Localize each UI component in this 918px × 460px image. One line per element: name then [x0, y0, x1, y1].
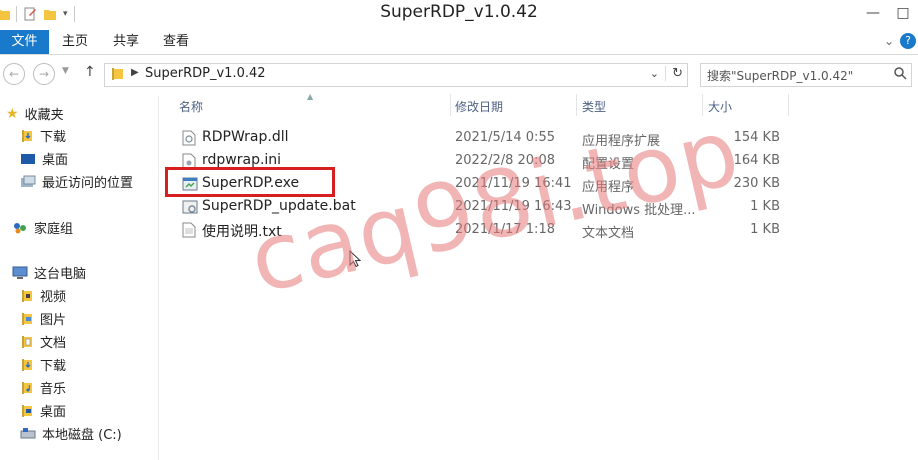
address-path[interactable]: SuperRDP_v1.0.42	[145, 66, 266, 81]
sidebar-item-label: 家庭组	[34, 222, 74, 237]
disk-icon	[20, 427, 36, 438]
sidebar-item-videos[interactable]: 视频	[20, 286, 66, 305]
computer-icon	[12, 266, 28, 279]
file-name[interactable]: RDPWrap.dll	[202, 129, 289, 145]
file-name[interactable]: rdpwrap.ini	[202, 152, 281, 168]
documents-folder-icon	[22, 335, 32, 348]
sidebar-item-label: 桌面	[40, 405, 67, 420]
sidebar-item-label: 文档	[40, 336, 67, 351]
sidebar-item-label: 图片	[40, 313, 67, 328]
file-size: 1 KB	[750, 222, 780, 237]
highlight-box	[165, 167, 335, 197]
music-folder-icon	[22, 381, 32, 394]
sidebar-item-documents[interactable]: 文档	[20, 332, 66, 351]
file-size: 154 KB	[733, 130, 780, 145]
sidebar-item-downloads[interactable]: 下载	[20, 126, 66, 145]
up-arrow-icon[interactable]: ↑	[84, 64, 96, 80]
column-header-type[interactable]: 类型	[582, 98, 606, 115]
address-dropdown-icon[interactable]: ⌄	[650, 67, 659, 80]
sidebar-item-label: 下载	[40, 130, 67, 145]
sidebar-item-recent[interactable]: 最近访问的位置	[20, 172, 133, 191]
refresh-icon[interactable]: ↻	[665, 66, 683, 81]
minimize-button[interactable]: —	[858, 0, 888, 26]
search-placeholder[interactable]: 搜索"SuperRDP_v1.0.42"	[707, 67, 853, 84]
breadcrumb-arrow-icon[interactable]: ▶	[131, 67, 139, 78]
video-folder-icon	[22, 289, 32, 302]
tab-view[interactable]: 查看	[163, 30, 189, 54]
forward-button[interactable]: →	[33, 63, 55, 85]
sidebar-item-label: 收藏夹	[24, 108, 64, 123]
ribbon-tabs: 文件 主页 共享 查看 ⌄ ?	[0, 30, 918, 55]
tab-share[interactable]: 共享	[113, 30, 139, 54]
dll-file-icon	[182, 130, 196, 146]
pictures-folder-icon	[22, 312, 32, 325]
sidebar-item-label: 下载	[40, 359, 67, 374]
bat-file-icon	[182, 200, 198, 214]
navigation-pane: ★ 收藏夹 下载 桌面 最近访问的位置 家庭组 这台电脑 视频 图片 文档 下载…	[0, 96, 159, 460]
tab-home[interactable]: 主页	[62, 30, 88, 54]
sidebar-item-desktop-pc[interactable]: 桌面	[20, 401, 66, 420]
tab-file[interactable]: 文件	[0, 30, 49, 54]
recent-locations-dropdown-icon[interactable]: ▼	[62, 66, 69, 76]
sidebar-item-label: 最近访问的位置	[42, 176, 134, 191]
sidebar-item-this-pc[interactable]: 这台电脑	[12, 263, 86, 282]
sidebar-item-label: 音乐	[40, 382, 67, 397]
recent-places-icon	[21, 175, 36, 187]
column-header-name[interactable]: 名称	[179, 98, 203, 115]
sidebar-item-pictures[interactable]: 图片	[20, 309, 66, 328]
sidebar-item-homegroup[interactable]: 家庭组	[12, 218, 73, 237]
sidebar-item-label: 视频	[40, 290, 67, 305]
sidebar-item-favorites[interactable]: ★ 收藏夹	[6, 104, 64, 124]
maximize-button[interactable]: □	[888, 0, 918, 26]
desktop-folder-icon	[22, 404, 32, 417]
download-folder-icon	[22, 129, 32, 142]
desktop-icon	[21, 153, 35, 164]
search-box[interactable]: 搜索"SuperRDP_v1.0.42"	[700, 63, 912, 87]
search-icon[interactable]	[893, 66, 907, 80]
title-bar: ▾ SuperRDP_v1.0.42 — □	[0, 0, 918, 30]
sort-ascending-icon: ▲	[307, 92, 314, 101]
folder-icon	[112, 68, 123, 80]
window-title: SuperRDP_v1.0.42	[380, 2, 538, 22]
sidebar-item-label: 本地磁盘 (C:)	[42, 428, 122, 443]
column-divider[interactable]	[788, 94, 789, 116]
column-divider[interactable]	[450, 94, 451, 116]
address-bar[interactable]: ▶ SuperRDP_v1.0.42 ⌄ ↻	[104, 63, 688, 87]
sidebar-item-label: 这台电脑	[34, 267, 87, 282]
star-icon: ★	[6, 105, 19, 122]
homegroup-icon	[14, 222, 26, 233]
sidebar-item-local-disk[interactable]: 本地磁盘 (C:)	[20, 424, 122, 443]
file-size: 1 KB	[750, 199, 780, 214]
back-button[interactable]: ←	[3, 63, 25, 85]
expand-ribbon-icon[interactable]: ⌄	[884, 34, 894, 48]
txt-file-icon	[182, 222, 196, 238]
column-divider[interactable]	[576, 94, 577, 116]
sidebar-item-music[interactable]: 音乐	[20, 378, 66, 397]
sidebar-item-downloads-pc[interactable]: 下载	[20, 355, 66, 374]
download-folder-icon	[22, 358, 32, 371]
column-header-date[interactable]: 修改日期	[455, 98, 503, 115]
sidebar-item-label: 桌面	[42, 153, 69, 168]
sidebar-item-desktop[interactable]: 桌面	[20, 149, 68, 168]
help-icon[interactable]: ?	[900, 33, 916, 49]
navigation-bar: ← → ▼ ↑ ▶ SuperRDP_v1.0.42 ⌄ ↻ 搜索"SuperR…	[0, 56, 918, 92]
